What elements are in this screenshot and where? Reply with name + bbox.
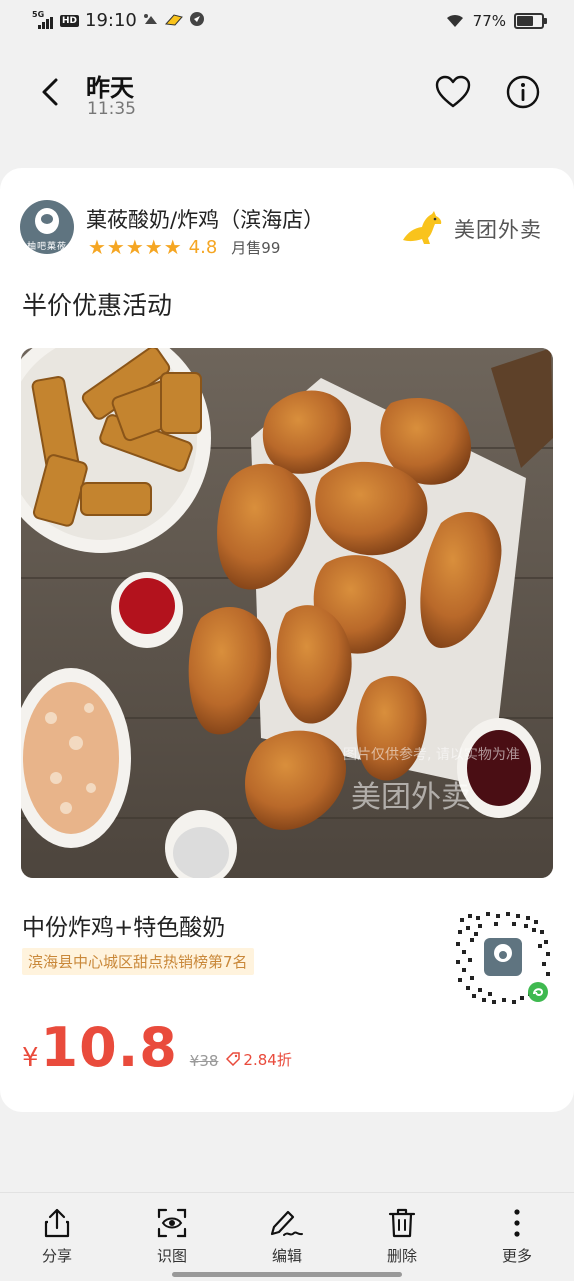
photo-watermark: 美团外卖 — [351, 780, 471, 815]
more-label: 更多 — [501, 1247, 532, 1265]
favorite-heart-icon[interactable] — [435, 75, 471, 109]
home-indicator[interactable] — [172, 1272, 402, 1277]
shop-name: 菓莜酸奶/炸鸡（滨海店） — [86, 208, 325, 232]
product-name: 中份炸鸡+特色酸奶 — [22, 915, 226, 941]
discount-value: 2.84折 — [243, 1050, 292, 1069]
status-right: 77% — [445, 12, 547, 30]
scan-image-label: 识图 — [156, 1247, 187, 1265]
battery-percent: 77% — [472, 12, 506, 30]
share-label: 分享 — [41, 1247, 72, 1265]
delete-button[interactable]: 删除 — [362, 1207, 442, 1266]
app-notification-icon — [189, 11, 205, 31]
price-row: ¥ 10.8 ¥38 2.84折 — [22, 1016, 292, 1079]
mini-program-code[interactable] — [454, 908, 552, 1006]
notification-icon — [143, 12, 159, 30]
page-subtitle-time: 11:35 — [87, 99, 136, 119]
discount-label: 2.84折 — [226, 1049, 292, 1070]
cellular-signal-icon: 5G — [32, 10, 54, 31]
status-bar: 5G HD 19:10 77% — [0, 0, 574, 44]
original-price: ¥38 — [189, 1052, 219, 1070]
product-photo: 图片仅供参考, 请以实物为准 美团外卖 — [21, 348, 553, 878]
tag-icon — [226, 1052, 241, 1066]
battery-icon — [514, 13, 547, 29]
back-button[interactable] — [36, 76, 68, 108]
promo-title: 半价优惠活动 — [22, 291, 173, 320]
status-left: 5G HD 19:10 — [32, 10, 205, 31]
trash-icon — [388, 1208, 416, 1238]
shared-image-card[interactable]: 柚吧菓莜 菓莜酸奶/炸鸡（滨海店） ★★★★★ 4.8 月售99 美团外卖 半价… — [0, 168, 574, 1112]
meituan-brand: 美团外卖 — [400, 210, 542, 248]
edit-button[interactable]: 编辑 — [247, 1207, 327, 1266]
price-currency: ¥ — [22, 1043, 39, 1073]
meituan-brand-text: 美团外卖 — [454, 218, 542, 242]
photo-disclaimer: 图片仅供参考, 请以实物为准 — [343, 747, 520, 763]
share-icon — [44, 1208, 70, 1238]
wifi-icon — [446, 14, 463, 27]
page-title: 昨天 — [86, 74, 134, 102]
monthly-sales: 月售99 — [231, 238, 281, 257]
shop-logo: 柚吧菓莜 — [20, 200, 74, 254]
scan-image-button[interactable]: 识图 — [132, 1207, 212, 1266]
info-icon[interactable] — [505, 74, 541, 110]
meituan-kangaroo-icon — [403, 211, 442, 244]
rating-row: ★★★★★ 4.8 月售99 — [88, 235, 280, 259]
status-time: 19:10 — [85, 10, 137, 31]
hd-badge: HD — [60, 14, 80, 27]
share-button[interactable]: 分享 — [17, 1207, 97, 1266]
more-icon — [514, 1209, 520, 1237]
edit-label: 编辑 — [271, 1247, 302, 1265]
edit-icon — [270, 1210, 303, 1236]
rating-value: 4.8 — [188, 236, 218, 258]
delete-label: 删除 — [386, 1247, 417, 1265]
rank-badge: 滨海县中心城区甜点热销榜第7名 — [22, 948, 254, 975]
more-button[interactable]: 更多 — [477, 1207, 557, 1266]
meituan-notification-icon — [164, 12, 183, 30]
scan-image-icon — [157, 1208, 187, 1238]
sale-price: 10.8 — [40, 1016, 178, 1079]
rating-stars: ★★★★★ — [88, 235, 183, 259]
bottom-toolbar: 分享 识图 编辑 删除 更多 — [0, 1192, 574, 1281]
header: 昨天 11:35 — [0, 60, 574, 130]
